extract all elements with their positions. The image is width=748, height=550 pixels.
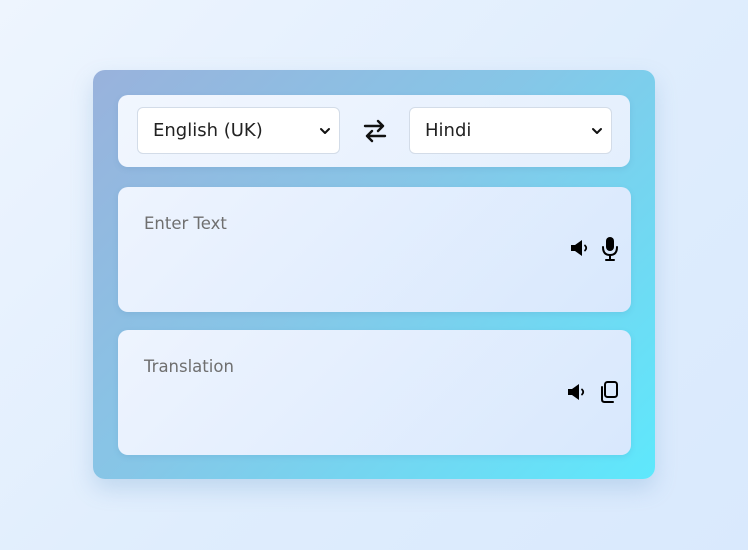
target-language-label: Hindi (425, 120, 472, 141)
translation-text-area[interactable]: Translation (118, 330, 631, 455)
copy-icon[interactable] (598, 380, 620, 404)
source-language-select[interactable]: English (UK) (137, 107, 340, 154)
speaker-icon[interactable] (566, 381, 588, 403)
microphone-icon[interactable] (601, 236, 619, 262)
target-language-select[interactable]: Hindi (409, 107, 612, 154)
chevron-down-icon (320, 128, 330, 134)
speaker-icon[interactable] (569, 237, 591, 259)
translation-placeholder: Translation (144, 357, 234, 376)
source-language-label: English (UK) (153, 120, 263, 141)
chevron-down-icon (592, 128, 602, 134)
swap-arrows-icon[interactable] (362, 117, 388, 145)
language-selector-bar: English (UK) Hindi (118, 95, 630, 167)
source-text-placeholder: Enter Text (144, 214, 227, 233)
translator-card: English (UK) Hindi Enter Text Translatio… (93, 70, 655, 479)
source-text-area[interactable]: Enter Text (118, 187, 631, 312)
